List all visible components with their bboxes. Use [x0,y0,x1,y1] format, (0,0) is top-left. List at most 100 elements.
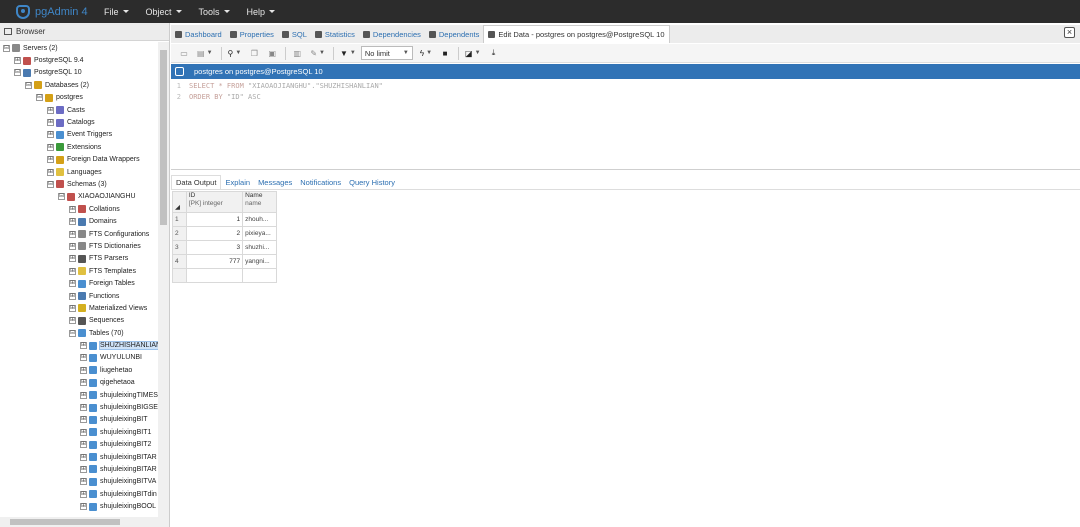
tree-item[interactable]: ⊞ Event Triggers [0,129,158,141]
cell-name[interactable]: yangni... [242,254,277,269]
empty-cell[interactable] [242,268,277,283]
tree-item[interactable]: ⊞ shujuleixingBITAR [0,451,158,463]
tree-item[interactable]: ⊟ Schemas (3) [0,178,158,190]
delete-button[interactable]: ▥ [289,46,305,60]
menu-help[interactable]: Help [247,7,276,17]
result-tab[interactable]: Explain [221,178,254,189]
expand-icon[interactable]: ⊞ [69,292,76,300]
expand-icon[interactable]: ⊞ [80,379,87,387]
tree-item[interactable]: ⊞ Casts [0,104,158,116]
expand-icon[interactable]: ⊞ [69,317,76,325]
row-number[interactable]: 1 [172,212,187,227]
expand-icon[interactable]: ⊞ [69,267,76,275]
tree-item[interactable]: ⊞ Materialized Views [0,302,158,314]
execute-button[interactable]: ϟ ▼ [417,46,435,60]
tree-item[interactable]: ⊞ Functions [0,290,158,302]
clear-button[interactable]: ◪ ▼ [462,46,484,60]
connection-bar[interactable]: postgres on postgres@PostgreSQL 10 [171,64,1080,79]
paste-button[interactable]: ▣ [264,46,280,60]
tree-item[interactable]: ⊞ FTS Configurations [0,228,158,240]
expand-icon[interactable]: ⊞ [80,478,87,486]
expand-icon[interactable]: ⊞ [47,119,54,127]
expand-icon[interactable]: ⊞ [47,131,54,139]
table-row[interactable]: 2 2 pixieya... [172,226,277,241]
tab-dashboard[interactable]: Dashboard [171,25,226,43]
collapse-icon[interactable]: ⊟ [58,193,65,201]
expand-icon[interactable]: ⊞ [69,205,76,213]
column-header-id[interactable]: ID [PK] integer [185,191,244,213]
tree-item[interactable]: ⊞ Domains [0,215,158,227]
save-button[interactable]: ▤ ▼ [194,46,216,60]
expand-icon[interactable]: ⊞ [80,354,87,362]
collapse-icon[interactable]: ⊟ [69,329,76,337]
result-tab[interactable]: Data Output [171,175,222,189]
tree-item[interactable]: ⊞ FTS Parsers [0,253,158,265]
expand-icon[interactable]: ⊞ [69,218,76,226]
expand-icon[interactable]: ⊞ [80,441,87,449]
collapse-icon[interactable]: ⊟ [36,94,43,102]
expand-icon[interactable]: ⊞ [80,404,87,412]
tree-item[interactable]: ⊞ shujuleixingBITVA [0,476,158,488]
tree-item[interactable]: ⊞ Foreign Data Wrappers [0,154,158,166]
row-limit-select[interactable]: No limit ▼ [360,46,413,60]
tree-item[interactable]: ⊞ shujuleixingBIT [0,414,158,426]
cell-name[interactable]: zhouh... [242,212,277,227]
tree-item[interactable]: ⊞ WUYULUNBI [0,352,158,364]
expand-icon[interactable]: ⊞ [69,230,76,238]
expand-icon[interactable]: ⊞ [47,106,54,114]
row-number[interactable]: 2 [172,226,187,241]
tree-item[interactable]: ⊞ shujuleixingBITAR [0,463,158,475]
new-row[interactable] [172,268,277,283]
close-tab-button[interactable]: × [1064,27,1075,38]
open-file-button[interactable]: ▭ [176,46,192,60]
menu-file[interactable]: File [104,7,129,17]
expand-icon[interactable]: ⊞ [80,428,87,436]
tree-item[interactable]: ⊞ shujuleixingBOOL [0,500,158,512]
tree-item[interactable]: ⊞ Foreign Tables [0,277,158,289]
collapse-icon[interactable]: ⊟ [25,81,32,89]
tree-item[interactable]: ⊞ SHUZHISHANLIAN [0,339,158,351]
table-row[interactable]: 1 1 zhouh... [172,212,277,227]
expand-icon[interactable]: ⊞ [80,416,87,424]
tree-item[interactable]: ⊞ shujuleixingBIT1 [0,426,158,438]
expand-icon[interactable]: ⊞ [14,57,21,65]
tree-item[interactable]: ⊞ shujuleixingBIGSE [0,401,158,413]
tree-horizontal-scrollbar[interactable] [0,517,158,527]
expand-icon[interactable]: ⊞ [47,143,54,151]
tab-sql[interactable]: SQL [278,25,311,43]
cell-id[interactable]: 777 [185,254,244,269]
tree-item[interactable]: ⊞ shujuleixingBIT2 [0,439,158,451]
expand-icon[interactable]: ⊞ [80,503,87,511]
expand-icon[interactable]: ⊞ [69,280,76,288]
table-row[interactable]: 4 777 yangni... [172,254,277,269]
expand-icon[interactable]: ⊞ [80,490,87,498]
expand-icon[interactable]: ⊞ [80,366,87,374]
scrollbar-thumb[interactable] [10,519,120,525]
tree-item[interactable]: ⊟ Tables (70) [0,327,158,339]
expand-icon[interactable]: ⊞ [69,304,76,312]
tree-item[interactable]: ⊟ postgres [0,92,158,104]
tree-item[interactable]: ⊞ Collations [0,203,158,215]
copy-button[interactable]: ❐ [246,46,262,60]
tree-item[interactable]: ⊞ Sequences [0,315,158,327]
expand-icon[interactable]: ⊞ [69,242,76,250]
tree-item[interactable]: ⊞ shujuleixingBITdin [0,488,158,500]
tree-vertical-scrollbar[interactable] [158,42,169,527]
expand-icon[interactable]: ⊞ [47,156,54,164]
cell-id[interactable]: 2 [185,226,244,241]
cell-name[interactable]: pixieya... [242,226,277,241]
cell-id[interactable]: 3 [185,240,244,255]
result-tab[interactable]: Notifications [296,178,345,189]
brand[interactable]: pgAdmin 4 [16,4,104,19]
tree-item[interactable]: ⊞ PostgreSQL 9.4 [0,54,158,66]
expand-icon[interactable]: ⊞ [69,255,76,263]
filter-button[interactable]: ▼ ▼ [337,46,359,60]
tree-item[interactable]: ⊟ XIAOAOJIANGHU [0,191,158,203]
tab-dependencies[interactable]: Dependencies [359,25,425,43]
tab-dependents[interactable]: Dependents [425,25,483,43]
expand-icon[interactable]: ⊞ [47,168,54,176]
tree-item[interactable]: ⊞ shujuleixingTIMES [0,389,158,401]
tree-item[interactable]: ⊟ PostgreSQL 10 [0,67,158,79]
tree-item[interactable]: ⊞ Catalogs [0,116,158,128]
tree-item[interactable]: ⊞ FTS Dictionaries [0,240,158,252]
